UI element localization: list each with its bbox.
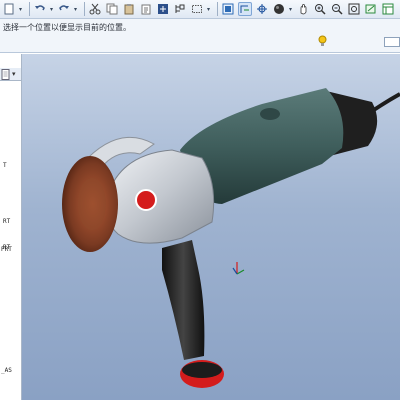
- cut-icon[interactable]: [88, 2, 102, 16]
- chevron-down-icon[interactable]: ▾: [207, 6, 212, 13]
- tree-item-label[interactable]: RT: [3, 218, 10, 225]
- switch-button: [260, 108, 280, 120]
- side-handle: [162, 240, 205, 360]
- spindle-lock-button: [135, 189, 157, 211]
- chevron-down-icon[interactable]: ▾: [50, 6, 55, 13]
- view-refit-icon[interactable]: [221, 2, 235, 16]
- toolbar-separator: [84, 2, 85, 16]
- undo-icon[interactable]: [33, 2, 47, 16]
- handle-cap-ring: [182, 362, 222, 378]
- regenerate-icon[interactable]: [156, 2, 170, 16]
- model-tree-panel: ▾ T RT RT PRT _AS: [0, 54, 22, 400]
- view-manager-icon[interactable]: [381, 2, 395, 16]
- orient-icon[interactable]: [238, 2, 252, 16]
- zoom-in-icon[interactable]: [313, 2, 327, 16]
- lightbulb-icon[interactable]: [318, 35, 327, 49]
- message-input-field[interactable]: [384, 37, 400, 47]
- main-toolbar: ▾ ▾ ▾ ▾ ▾: [0, 0, 400, 19]
- tree-item-label[interactable]: T: [3, 162, 7, 169]
- toolbar-separator: [217, 2, 218, 16]
- refit-icon[interactable]: [347, 2, 361, 16]
- angle-grinder-model[interactable]: [22, 54, 400, 400]
- model-tree-icon[interactable]: [173, 2, 187, 16]
- pan-icon[interactable]: [296, 2, 310, 16]
- chevron-down-icon[interactable]: ▾: [19, 6, 24, 13]
- copy-icon[interactable]: [105, 2, 119, 16]
- paste-icon[interactable]: [122, 2, 136, 16]
- paste-special-icon[interactable]: [139, 2, 153, 16]
- disc-center: [78, 178, 106, 230]
- zoom-out-icon[interactable]: [330, 2, 344, 16]
- graphics-viewport[interactable]: [22, 54, 400, 400]
- new-icon[interactable]: [2, 2, 16, 16]
- document-icon[interactable]: [1, 69, 10, 80]
- toolbar-separator: [29, 2, 30, 16]
- message-area: 选择一个位置以便显示目前的位置。: [0, 19, 400, 53]
- tree-item-label[interactable]: _AS: [1, 367, 12, 374]
- chevron-down-icon[interactable]: ▾: [74, 6, 79, 13]
- select-box-icon[interactable]: [190, 2, 204, 16]
- coordinate-triad-icon: [232, 262, 245, 275]
- shade-icon[interactable]: [272, 2, 286, 16]
- tree-item-label[interactable]: PRT: [1, 246, 12, 253]
- message-text: 选择一个位置以便显示目前的位置。: [3, 23, 131, 32]
- spin-center-icon[interactable]: [255, 2, 269, 16]
- redo-icon[interactable]: [57, 2, 71, 16]
- datum-icon[interactable]: [364, 2, 378, 16]
- gear-head: [105, 149, 215, 244]
- chevron-down-icon[interactable]: ▾: [289, 6, 294, 13]
- chevron-down-icon[interactable]: ▾: [12, 70, 16, 78]
